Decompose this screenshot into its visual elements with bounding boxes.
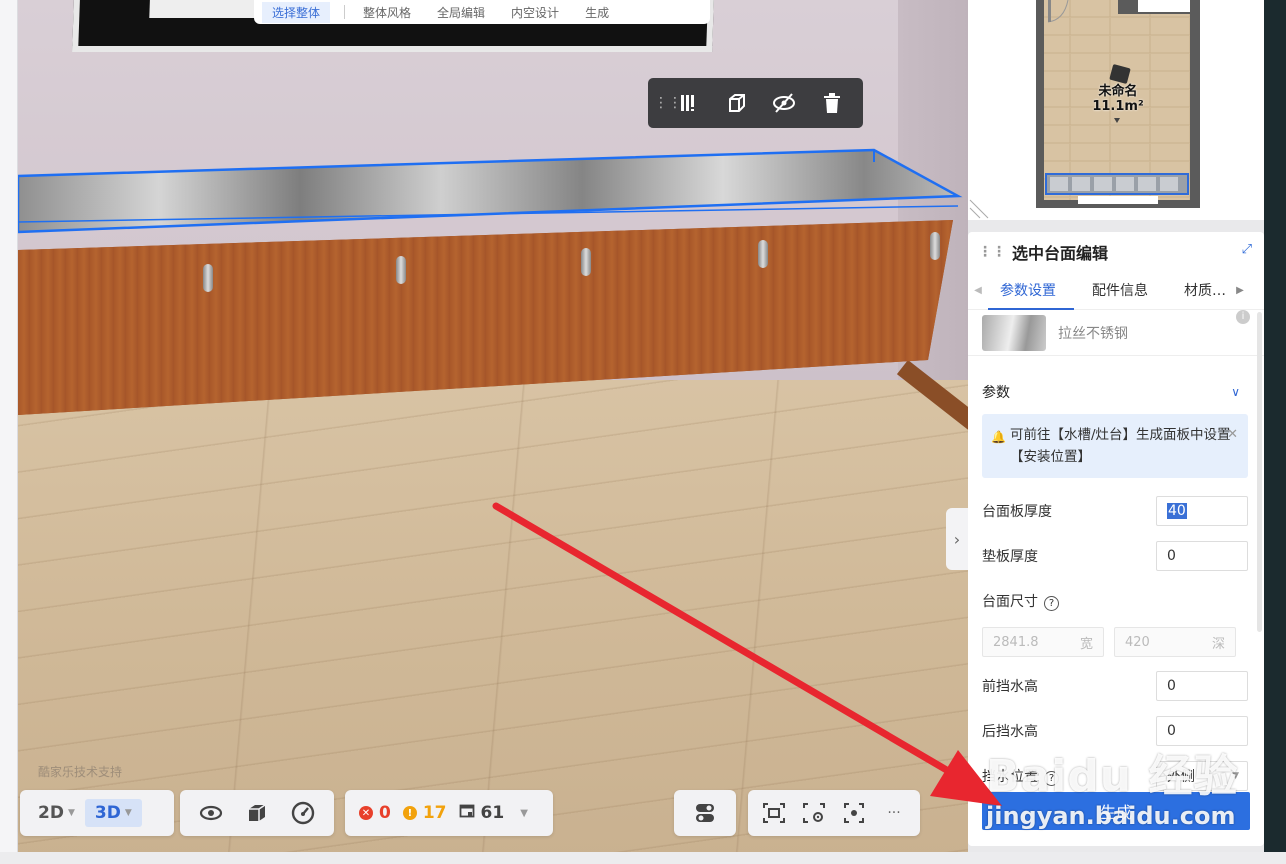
warning-count: ! 17 [402,803,447,823]
material-name: 拉丝不锈钢 [1058,325,1128,342]
hide-button[interactable] [768,85,802,121]
drag-handle-icon[interactable]: ⋮⋮ [654,94,682,112]
caret-down-icon: ▼ [67,808,75,818]
toggle-icon [696,804,714,822]
tab-accessories[interactable]: 配件信息 [1074,272,1166,310]
menu-interior-design[interactable]: 内空设计 [511,4,559,21]
mode-2d-button[interactable]: 2D ▼ [28,799,85,827]
focus-icon[interactable] [841,800,867,826]
3d-viewport[interactable]: 选择整体 整体风格 全局编辑 内空设计 生成 ⋮⋮ 酷家乐技术支持 › [18,0,968,852]
panel-title: 选中台面编辑 [1012,244,1109,263]
selected-countertop[interactable] [18,148,968,234]
display-tools [180,790,334,836]
cube-view-button[interactable] [720,85,754,121]
mode-3d-button[interactable]: 3D ▼ [84,799,142,827]
info-icon[interactable]: i [1236,310,1250,324]
help-icon[interactable]: ? [1044,595,1059,611]
top-edit-menu: 选择整体 整体风格 全局编辑 内空设计 生成 [254,0,710,24]
eye-off-icon [773,93,796,113]
camera-settings-icon[interactable] [801,800,827,826]
right-edge [1264,0,1286,864]
panel-tabs: ◀ 参数设置 配件信息 材质… ▶ [968,272,1264,310]
warning-icon: ! [402,806,417,820]
menu-generate[interactable]: 生成 [585,4,609,21]
front-backsplash-input[interactable]: 0 [1156,670,1248,701]
close-icon[interactable]: ✕ [1227,424,1238,446]
thickness-row: 台面板厚度 40 [968,488,1264,533]
tab-scroll-right-icon[interactable]: ▶ [1230,285,1250,296]
width-input: 2841.8 宽 [982,627,1104,657]
tab-params[interactable]: 参数设置 [988,272,1074,310]
bottom-strip [0,852,1286,864]
error-count: ✕ 0 [359,803,391,823]
menu-select-whole[interactable]: 选择整体 [262,1,331,23]
left-sidebar-strip [0,0,18,864]
check-status-bar[interactable]: ✕ 0 ! 17 61 ▼ [345,790,553,836]
room-label: 未命名 11.1m² [1092,84,1144,114]
item-count: 61 [459,803,504,824]
app-root: { "top_menu": { "items": ["选择整体", "整体风格"… [0,0,1286,864]
thickness-input[interactable]: 40 [1156,495,1248,526]
menu-divider [344,5,346,19]
chevron-right-icon: › [953,529,961,549]
cabinet-handle [581,248,591,276]
material-thumbnail[interactable] [982,314,1046,351]
eye-icon[interactable] [198,800,224,826]
caret-down-icon: ▼ [124,808,132,818]
camera-tools: ··· [748,790,920,836]
drag-handle-icon[interactable]: ⋮⋮ [978,244,1006,260]
chevron-down-icon: ∨ [1231,385,1240,399]
delete-button[interactable] [815,85,849,121]
edit-params-button[interactable] [672,85,706,121]
component-icon [459,803,475,824]
menu-global-edit[interactable]: 全局编辑 [437,4,485,21]
material-selector[interactable]: 拉丝不锈钢 i [968,310,1264,356]
tech-support-watermark: 酷家乐技术支持 [38,765,123,779]
size-inputs: 2841.8 宽 420 深 [968,627,1264,657]
floor-seams [18,380,968,852]
ruler-icon [680,95,694,111]
object-float-toolbar: ⋮⋮ [648,78,863,128]
more-icon[interactable]: ··· [881,800,907,826]
error-icon: ✕ [359,806,373,820]
menu-whole-style[interactable]: 整体风格 [363,4,411,21]
collapse-panel-button[interactable]: › [946,508,968,570]
bell-icon: 🔔 [991,430,1006,444]
size-label-row: 台面尺寸? [968,578,1264,623]
toggle-settings-button[interactable] [674,790,736,836]
cabinet-handle [758,240,768,268]
gauge-icon[interactable] [290,800,316,826]
depth-input: 420 深 [1114,627,1236,657]
tab-scroll-left-icon[interactable]: ◀ [968,285,988,296]
cabinet-handle [930,232,940,260]
floorplan-minimap[interactable]: 未命名 11.1m² [968,0,1264,220]
front-backsplash-row: 前挡水高 0 [968,663,1264,708]
expand-icon[interactable]: ⤢ [1242,242,1252,257]
view-mode-switch: 2D ▼ 3D ▼ [20,790,174,836]
install-position-notice: 🔔 可前往【水槽/灶台】生成面板中设置【安装位置】 ✕ [982,414,1248,478]
panel-scrollbar[interactable] [1257,312,1262,632]
cube-icon [728,94,745,112]
screenshot-icon[interactable] [761,800,787,826]
cabinet-handle [203,264,213,292]
tab-material[interactable]: 材质… [1166,272,1230,310]
trash-icon [824,93,841,113]
cabinet-handle [396,256,406,284]
baidu-watermark: Baidu 经验 jingyan.baidu.com [986,751,1239,830]
caret-down-icon: ▼ [520,807,528,819]
params-section-header[interactable]: 参数 ∨ [968,370,1264,414]
panel-header: ⋮⋮ 选中台面编辑 [968,232,1264,272]
cube-solid-icon[interactable] [244,800,270,826]
pad-thickness-row: 垫板厚度 0 [968,533,1264,578]
pad-thickness-input[interactable]: 0 [1156,540,1248,571]
